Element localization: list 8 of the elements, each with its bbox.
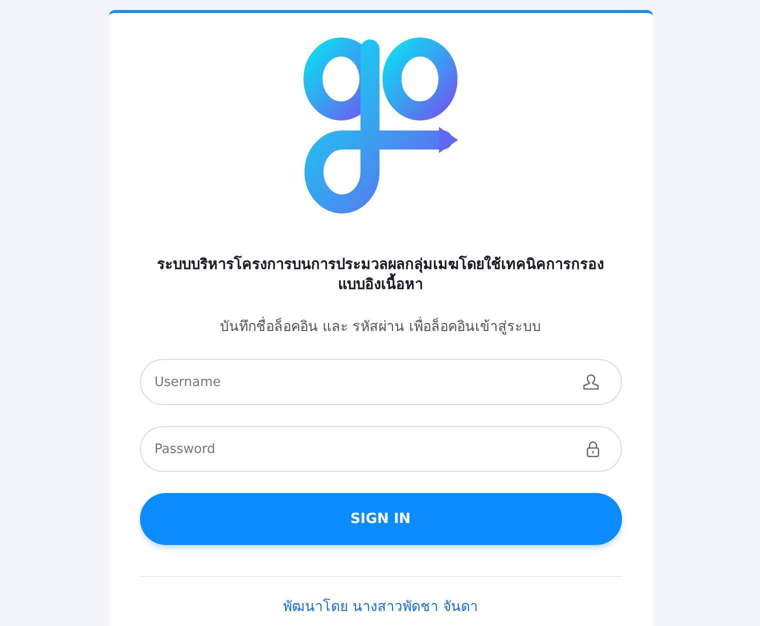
lock-icon bbox=[586, 440, 600, 458]
developer-credit: พัฒนาโดย นางสาวพัดชา จันดา bbox=[283, 598, 478, 617]
username-field[interactable]: Username bbox=[140, 359, 622, 405]
sign-in-button[interactable]: SIGN IN bbox=[140, 493, 622, 545]
password-field[interactable]: Password bbox=[140, 426, 622, 472]
login-instruction: บันทึกชื่อล็อคอิน และ รหัสผ่าน เพื่อล็อคอินเข้าสู่ระบบ bbox=[220, 315, 542, 337]
app-title: ระบบบริหารโครงการบนการประมวลผลกลุ่มเมฆโดยใช้เทคนิคการกรองแบบอิงเนื้อหา bbox=[156, 255, 605, 295]
user-icon bbox=[582, 373, 600, 391]
